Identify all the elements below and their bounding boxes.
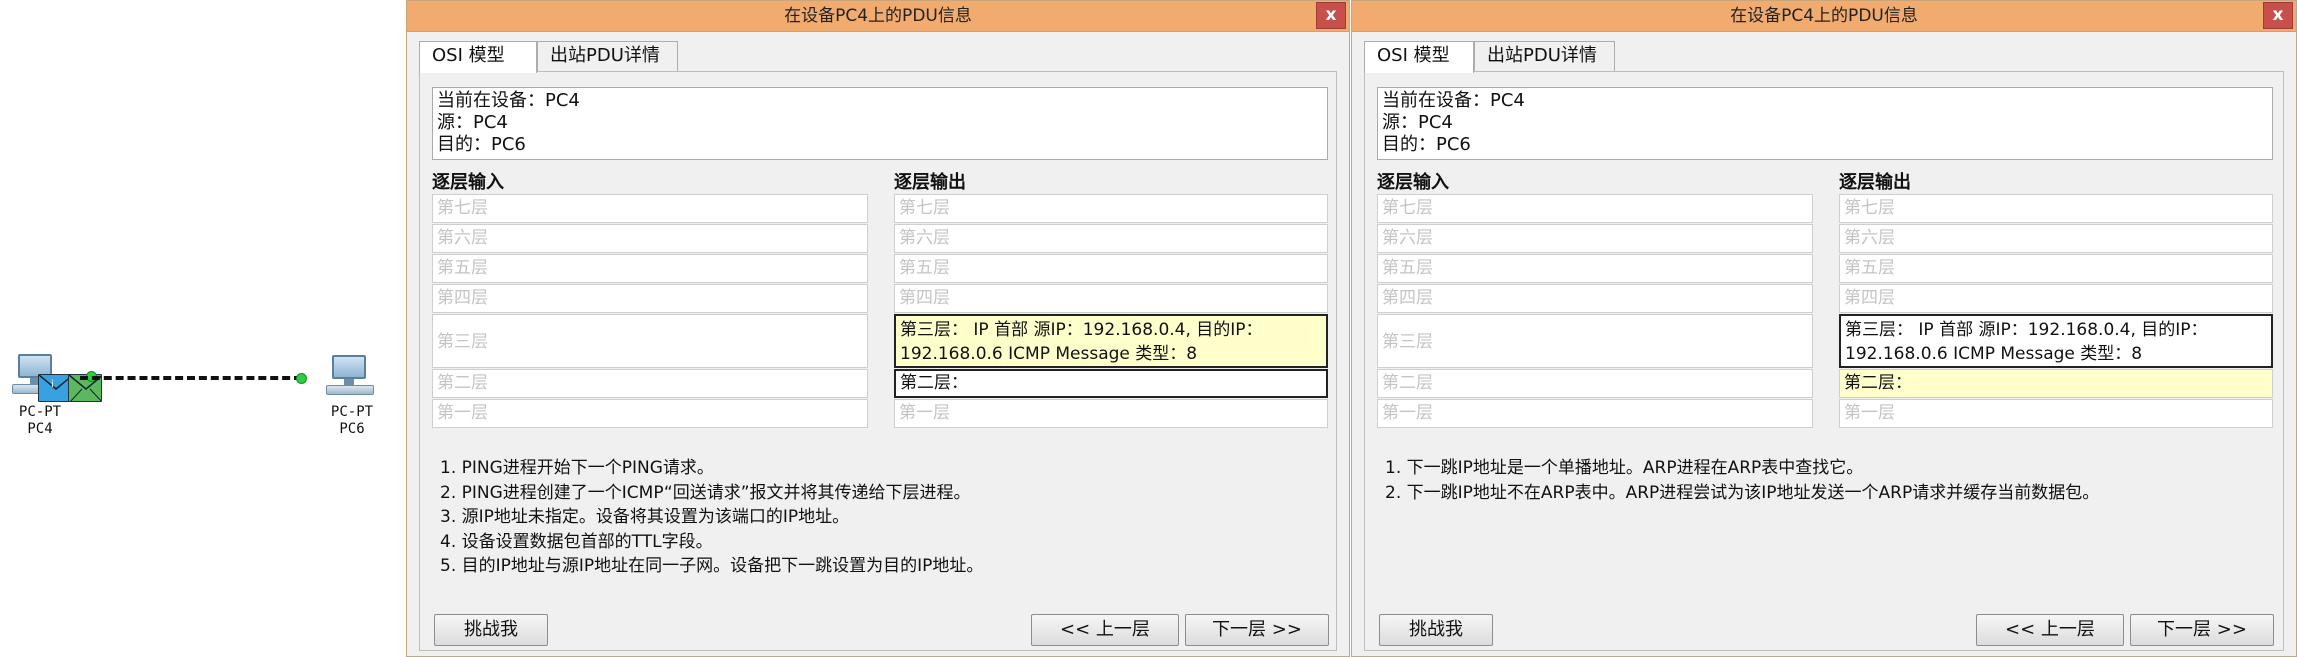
topology-canvas[interactable]: i PC-PT PC4 PC-PT PC6 [0,0,406,657]
out-layer-1[interactable]: 第一层 [894,399,1328,428]
close-button[interactable]: x [2263,2,2293,29]
in-layer-1[interactable]: 第一层 [432,399,868,428]
challenge-me-button[interactable]: 挑战我 [1379,614,1493,646]
note-line: 1. 下一跳IP地址是一个单播地址。ARP进程在ARP表中查找它。 [1385,458,1864,478]
osi-model-panel: 当前在设备：PC4 源：PC4 目的：PC6 逐层输入 逐层输出 第七层 第六层… [419,71,1337,651]
window-titlebar[interactable]: 在设备PC4上的PDU信息 x [1352,1,2296,32]
out-layer-2[interactable]: 第二层： [1839,369,2273,398]
pdu-info-window-1: 在设备PC4上的PDU信息 x OSI 模型 出站PDU详情 当前在设备：PC4… [406,0,1350,657]
pc4-label: PC-PT PC4 [10,404,70,438]
tab-osi-model[interactable]: OSI 模型 [1364,41,1474,73]
out-layer-4[interactable]: 第四层 [1839,284,2273,313]
out-layer-4[interactable]: 第四层 [894,284,1328,313]
source-device: 源：PC4 [1382,112,1453,133]
in-layers-title: 逐层输入 [1377,172,1449,193]
previous-layer-button[interactable]: << 上一层 [1031,614,1179,646]
in-layer-5[interactable]: 第五层 [432,254,868,283]
device-info-box: 当前在设备：PC4 源：PC4 目的：PC6 [1377,87,2273,160]
monitor-shape [332,355,366,379]
close-button[interactable]: x [1316,2,1346,29]
process-notes: 1. PING进程开始下一个PING请求。 2. PING进程创建了一个ICMP… [440,456,983,579]
pc4-name: PC4 [27,421,53,437]
out-layers-title: 逐层输出 [1839,172,1911,193]
tab-osi-model[interactable]: OSI 模型 [419,41,537,73]
note-line: 3. 源IP地址未指定。设备将其设置为该端口的IP地址。 [440,507,850,527]
destination-device: 目的：PC6 [1382,134,1471,155]
in-layer-2[interactable]: 第二层 [1377,369,1813,398]
osi-model-panel: 当前在设备：PC4 源：PC4 目的：PC6 逐层输入 逐层输出 第七层 第六层… [1364,71,2284,651]
pc6-name: PC6 [339,421,365,437]
window-title: 在设备PC4上的PDU信息 [784,6,972,26]
previous-layer-button[interactable]: << 上一层 [1976,614,2124,646]
out-layer-3[interactable]: 第三层： IP 首部 源IP：192.168.0.4, 目的IP：192.168… [1839,314,2273,368]
pdu-info-window-2: 在设备PC4上的PDU信息 x OSI 模型 出站PDU详情 当前在设备：PC4… [1351,0,2297,657]
tab-outbound-pdu[interactable]: 出站PDU详情 [537,41,678,71]
current-device: 当前在设备：PC4 [437,90,580,111]
current-device: 当前在设备：PC4 [1382,90,1525,111]
out-layer-6[interactable]: 第六层 [1839,224,2273,253]
source-device: 源：PC4 [437,112,508,133]
out-layer-2[interactable]: 第二层： [894,369,1328,398]
ethernet-link[interactable] [80,376,302,380]
out-layer-7[interactable]: 第七层 [894,194,1328,223]
in-layer-3[interactable]: 第三层 [432,314,868,368]
in-layer-4[interactable]: 第四层 [432,284,868,313]
pc-base-shape [326,385,374,395]
out-layer-6[interactable]: 第六层 [894,224,1328,253]
pc6-computer-icon[interactable] [326,355,376,399]
in-layer-1[interactable]: 第一层 [1377,399,1813,428]
out-layers-title: 逐层输出 [894,172,966,193]
note-line: 5. 目的IP地址与源IP地址在同一子网。设备把下一跳设置为目的IP地址。 [440,556,984,576]
in-layer-2[interactable]: 第二层 [432,369,868,398]
in-layer-7[interactable]: 第七层 [1377,194,1813,223]
in-layer-5[interactable]: 第五层 [1377,254,1813,283]
next-layer-button[interactable]: 下一层 >> [1185,614,1329,646]
in-layer-6[interactable]: 第六层 [432,224,868,253]
next-layer-button[interactable]: 下一层 >> [2130,614,2274,646]
svg-text:i: i [51,379,54,390]
in-layer-6[interactable]: 第六层 [1377,224,1813,253]
out-layer-5[interactable]: 第五层 [1839,254,2273,283]
pc6-label: PC-PT PC6 [322,404,382,438]
process-notes: 1. 下一跳IP地址是一个单播地址。ARP进程在ARP表中查找它。 2. 下一跳… [1385,456,2099,505]
note-line: 2. 下一跳IP地址不在ARP表中。ARP进程尝试为该IP地址发送一个ARP请求… [1385,482,2100,503]
note-line: 2. PING进程创建了一个ICMP“回送请求”报文并将其传递给下层进程。 [440,482,971,503]
out-layer-1[interactable]: 第一层 [1839,399,2273,428]
pc4-type: PC-PT [18,404,62,420]
out-layer-5[interactable]: 第五层 [894,254,1328,283]
in-layer-4[interactable]: 第四层 [1377,284,1813,313]
link-status-dot-right [296,373,307,384]
in-layer-3[interactable]: 第三层 [1377,314,1813,368]
note-line: 4. 设备设置数据包首部的TTL字段。 [440,531,713,552]
in-layer-7[interactable]: 第七层 [432,194,868,223]
tab-outbound-pdu[interactable]: 出站PDU详情 [1474,41,1615,71]
window-titlebar[interactable]: 在设备PC4上的PDU信息 x [407,1,1349,32]
in-layers-title: 逐层输入 [432,172,504,193]
note-line: 1. PING进程开始下一个PING请求。 [440,458,714,478]
out-layer-3[interactable]: 第三层： IP 首部 源IP：192.168.0.4, 目的IP：192.168… [894,314,1328,368]
pc6-type: PC-PT [330,404,374,420]
out-layer-7[interactable]: 第七层 [1839,194,2273,223]
window-title: 在设备PC4上的PDU信息 [1730,6,1918,26]
device-info-box: 当前在设备：PC4 源：PC4 目的：PC6 [432,87,1328,160]
destination-device: 目的：PC6 [437,134,526,155]
envelope-blue-icon: i [38,374,72,402]
challenge-me-button[interactable]: 挑战我 [434,614,548,646]
